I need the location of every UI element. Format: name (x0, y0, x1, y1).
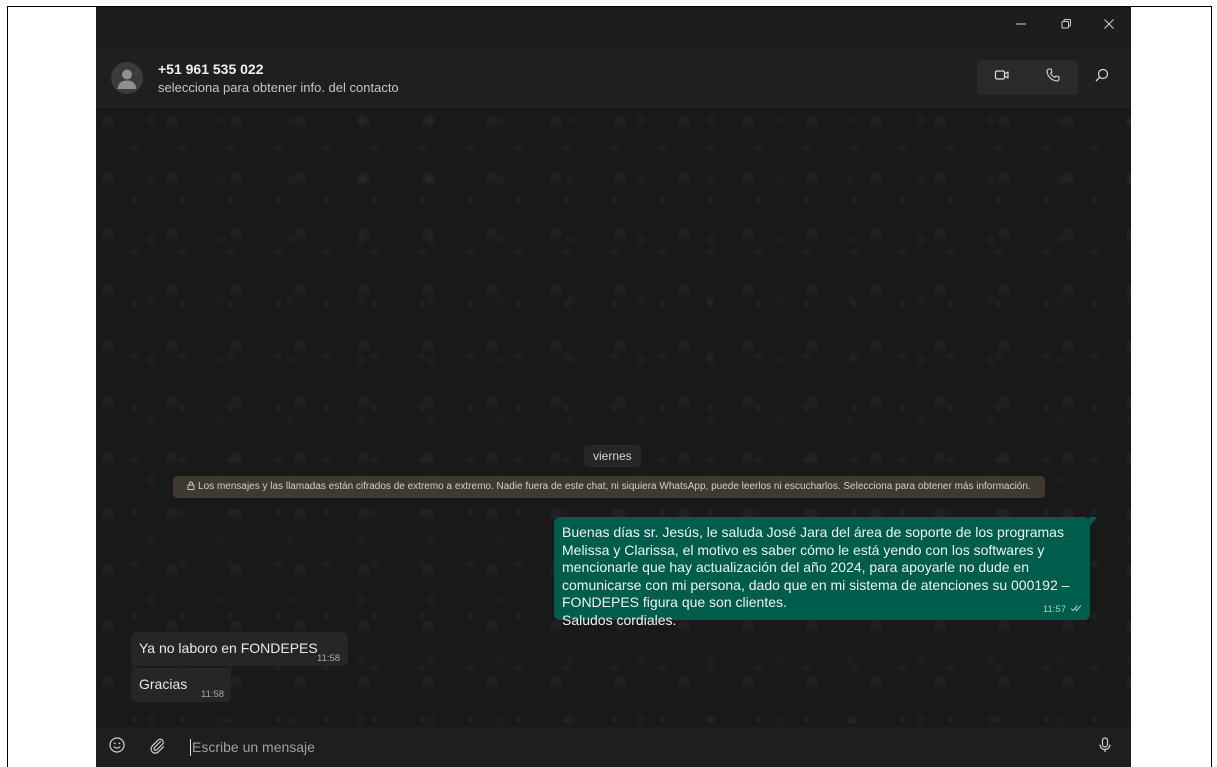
voice-call-button[interactable] (1028, 60, 1078, 95)
minimize-button[interactable] (1001, 7, 1041, 40)
double-check-icon (1070, 604, 1082, 615)
restore-icon (1060, 18, 1072, 30)
title-bar (96, 7, 1131, 46)
lock-icon (187, 477, 195, 498)
message-composer (96, 727, 1131, 767)
video-call-icon (994, 67, 1010, 88)
attach-icon (148, 736, 166, 759)
search-button[interactable] (1084, 60, 1120, 95)
contact-name[interactable]: +51 961 535 022 (158, 61, 264, 77)
whatsapp-window: +51 961 535 022 selecciona para obtener … (96, 7, 1131, 767)
message-text: Ya no laboro en FONDEPES (139, 640, 318, 656)
screenshot-border-left (7, 6, 8, 767)
close-icon (1103, 18, 1115, 30)
close-button[interactable] (1089, 7, 1129, 40)
text-caret (190, 739, 191, 756)
default-avatar-icon (117, 69, 137, 89)
attach-button[interactable] (146, 736, 168, 758)
search-icon (1094, 67, 1110, 88)
emoji-button[interactable] (106, 736, 128, 758)
message-text: Buenas días sr. Jesús, le saluda José Ja… (562, 524, 1070, 628)
message-meta: 11:57 (1043, 604, 1082, 615)
minimize-icon (1015, 18, 1027, 30)
message-time: 11:58 (201, 689, 225, 700)
video-call-button[interactable] (977, 60, 1027, 95)
chat-header[interactable]: +51 961 535 022 selecciona para obtener … (96, 46, 1131, 108)
contact-info-hint[interactable]: selecciona para obtener info. del contac… (158, 80, 399, 95)
message-input[interactable] (192, 736, 1072, 758)
message-time: 11:58 (317, 653, 341, 664)
encryption-notice-text: Los mensajes y las llamadas están cifrad… (198, 481, 1031, 492)
message-text: Gracias (139, 676, 188, 692)
message-time: 11:57 (1042, 604, 1066, 615)
emoji-icon (108, 736, 126, 759)
voice-call-icon (1045, 67, 1061, 88)
screenshot-border-right (1211, 6, 1212, 767)
avatar[interactable] (111, 62, 143, 94)
date-separator: viernes (584, 445, 641, 467)
incoming-message[interactable]: Ya no laboro en FONDEPES 11:58 (131, 632, 348, 666)
encryption-notice[interactable]: Los mensajes y las llamadas están cifrad… (173, 476, 1045, 498)
restore-button[interactable] (1046, 7, 1086, 40)
outgoing-message[interactable]: Buenas días sr. Jesús, le saluda José Ja… (554, 517, 1097, 628)
microphone-button[interactable] (1094, 736, 1116, 758)
microphone-icon (1096, 736, 1114, 759)
chat-messages-area[interactable]: viernes Los mensajes y las llamadas está… (96, 108, 1131, 727)
bubble-tail (1089, 517, 1097, 527)
call-buttons-group (977, 60, 1078, 95)
incoming-message[interactable]: Gracias 11:58 (131, 668, 231, 702)
